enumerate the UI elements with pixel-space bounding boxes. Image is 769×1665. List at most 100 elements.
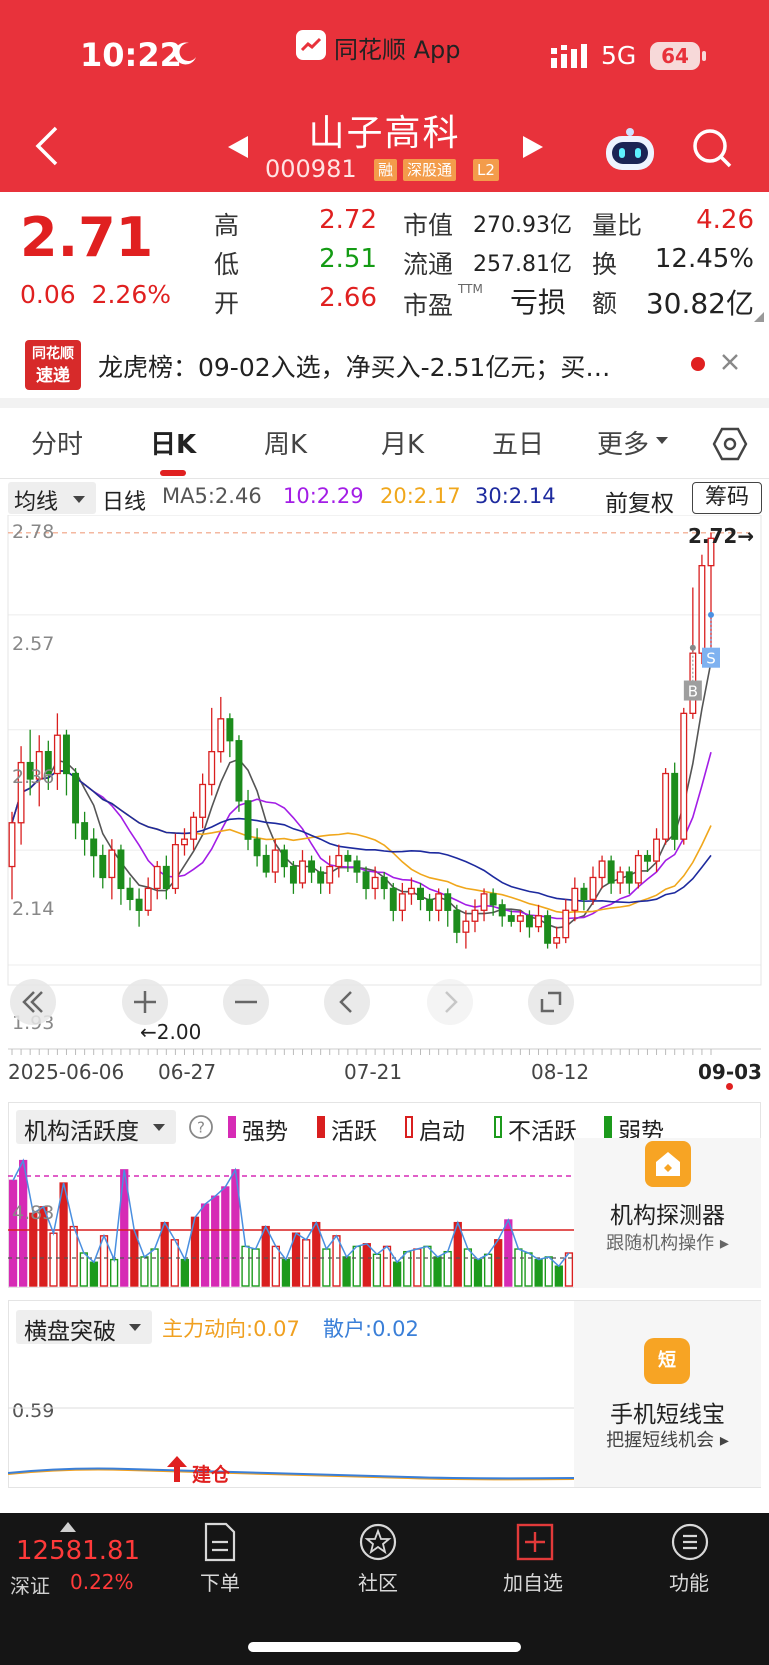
tab-weekly-k[interactable]: 周K bbox=[264, 424, 307, 461]
candle bbox=[53, 734, 61, 775]
candle bbox=[371, 876, 379, 890]
activity-bar bbox=[211, 1195, 220, 1287]
candle bbox=[525, 915, 533, 928]
short-term-card[interactable] bbox=[574, 1301, 761, 1487]
activity-bar bbox=[433, 1256, 442, 1287]
tab-five-day[interactable]: 五日 bbox=[492, 424, 544, 461]
x-date-label: 09-03 bbox=[698, 1060, 762, 1084]
activity-bar bbox=[362, 1243, 371, 1287]
activity-bar bbox=[453, 1221, 462, 1287]
indicator-2-label: 横盘突破 bbox=[24, 1319, 116, 1345]
activity-bar bbox=[281, 1258, 291, 1287]
period-label: 日线 bbox=[102, 490, 147, 515]
ma5-line bbox=[11, 661, 712, 929]
low-label: 低 bbox=[214, 250, 240, 279]
legend-label: 启动 bbox=[419, 1119, 465, 1145]
zoom-in-button[interactable] bbox=[122, 979, 168, 1025]
y-tick-label: 2.57 bbox=[12, 633, 55, 655]
battery-tip bbox=[702, 51, 706, 61]
candle bbox=[63, 734, 70, 775]
activity-bar bbox=[473, 1258, 483, 1287]
tab-daily-k[interactable]: 日K bbox=[150, 424, 196, 461]
legend-label: 不活跃 bbox=[508, 1119, 577, 1145]
candle bbox=[335, 854, 343, 868]
nav-functions[interactable]: 功能 bbox=[629, 1567, 749, 1596]
main-force-value: 主力动向:0.07 bbox=[162, 1317, 300, 1341]
candle bbox=[544, 915, 552, 944]
index-name: 深证 bbox=[10, 1574, 50, 1598]
detector-icon bbox=[645, 1141, 691, 1187]
expand-corner-icon[interactable] bbox=[754, 312, 764, 322]
short-term-title: 手机短线宝 bbox=[610, 1402, 725, 1428]
tab-intraday[interactable]: 分时 bbox=[31, 424, 83, 461]
candle bbox=[698, 564, 706, 654]
chip-distribution-button[interactable]: 筹码 bbox=[692, 482, 762, 514]
candle bbox=[426, 898, 434, 911]
tag-l2: L2 bbox=[473, 159, 499, 181]
nav-order[interactable]: 下单 bbox=[160, 1567, 280, 1596]
candle bbox=[244, 800, 252, 840]
activity-bar bbox=[89, 1261, 99, 1287]
index-value[interactable]: 12581.81 bbox=[16, 1536, 140, 1566]
high-label: 高 bbox=[214, 211, 240, 240]
robot-assistant-icon[interactable] bbox=[603, 124, 657, 172]
scroll-left-button[interactable] bbox=[324, 979, 370, 1025]
activity-bar bbox=[554, 1265, 563, 1287]
kline-chart[interactable]: BS bbox=[0, 515, 769, 1055]
candle bbox=[99, 854, 107, 879]
retail-value: 散户:0.02 bbox=[323, 1317, 419, 1341]
nav-add-watchlist[interactable]: 加自选 bbox=[473, 1567, 593, 1596]
candle bbox=[308, 860, 316, 873]
change-percent: 2.26% bbox=[91, 280, 171, 309]
zoom-out-button[interactable] bbox=[223, 979, 269, 1025]
ma10-value: 10:2.29 bbox=[283, 484, 364, 508]
menu-icon[interactable] bbox=[671, 1522, 709, 1562]
status-time: 10:22 bbox=[80, 36, 182, 74]
candle bbox=[90, 838, 98, 857]
tab-monthly-k[interactable]: 月K bbox=[381, 424, 424, 461]
chevron-down-icon bbox=[153, 1124, 165, 1131]
scroll-right-button[interactable] bbox=[427, 979, 473, 1025]
tab-more[interactable]: 更多 bbox=[597, 424, 649, 461]
price-adjust-toggle[interactable]: 前复权 bbox=[605, 484, 674, 518]
search-icon[interactable] bbox=[690, 126, 734, 170]
community-icon[interactable] bbox=[359, 1522, 397, 1562]
candle bbox=[380, 876, 388, 890]
activity-bar bbox=[221, 1186, 230, 1287]
activity-bar bbox=[413, 1248, 422, 1287]
candle bbox=[580, 887, 588, 901]
add-watchlist-icon[interactable] bbox=[516, 1522, 554, 1562]
activity-bar bbox=[392, 1261, 402, 1287]
change-value: 0.06 bbox=[20, 280, 76, 309]
zoom-out-far-button[interactable] bbox=[10, 979, 56, 1025]
next-stock-icon[interactable] bbox=[521, 134, 545, 160]
order-icon[interactable] bbox=[201, 1522, 239, 1562]
tab-divider bbox=[0, 478, 769, 479]
candle bbox=[453, 909, 461, 933]
candle bbox=[117, 849, 125, 890]
activity-bar bbox=[160, 1221, 169, 1287]
help-icon[interactable]: ? bbox=[188, 1114, 214, 1140]
fullscreen-button[interactable] bbox=[528, 979, 574, 1025]
breakout-chart bbox=[8, 1407, 574, 1481]
activity-bar bbox=[170, 1239, 179, 1287]
candle bbox=[262, 854, 270, 873]
candle bbox=[680, 712, 688, 840]
news-logo-top: 同花顺 bbox=[32, 346, 74, 362]
activity-bar bbox=[251, 1248, 260, 1287]
nav-community[interactable]: 社区 bbox=[318, 1567, 438, 1596]
settings-icon[interactable] bbox=[712, 426, 748, 462]
candle bbox=[671, 772, 679, 840]
activity-bar bbox=[443, 1250, 452, 1287]
low-value: 2.51 bbox=[319, 244, 377, 274]
close-icon[interactable] bbox=[720, 352, 740, 372]
volume-ratio-value: 4.26 bbox=[696, 205, 754, 235]
chevron-down-icon bbox=[73, 496, 85, 503]
section-divider bbox=[0, 398, 769, 408]
x-date-label: 08-12 bbox=[531, 1060, 590, 1084]
open-value: 2.66 bbox=[319, 283, 377, 313]
chevron-right-icon bbox=[445, 991, 458, 1013]
news-text[interactable]: 龙虎榜：09-02入选，净买入-2.51亿元；买… bbox=[98, 348, 678, 384]
high-value: 2.72 bbox=[319, 205, 377, 235]
activity-bar bbox=[109, 1258, 119, 1287]
